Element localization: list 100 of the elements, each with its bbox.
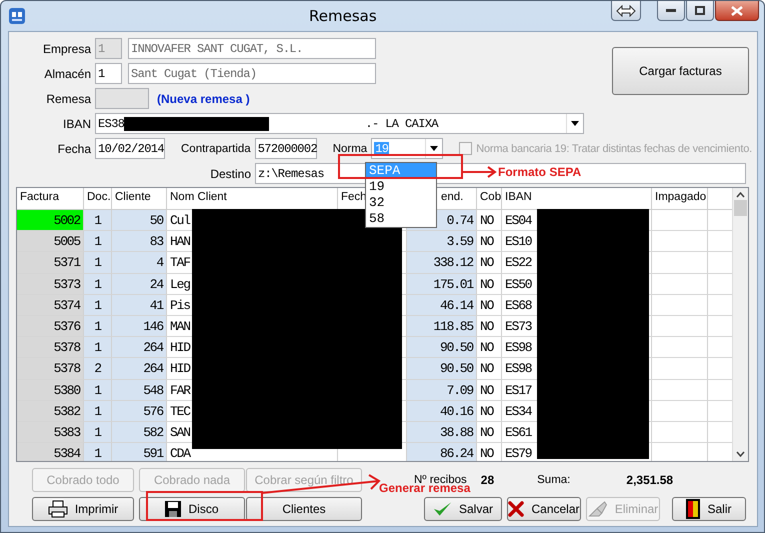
vertical-scrollbar[interactable]	[732, 188, 748, 461]
amount-cell: 46.14	[407, 294, 477, 315]
client-number-cell: 264	[112, 337, 167, 358]
client-number-cell: 591	[112, 443, 167, 461]
minimize-icon	[666, 9, 676, 12]
invoice-cell[interactable]: 5376	[17, 316, 84, 336]
x-icon	[508, 501, 524, 517]
destino-label: Destino	[209, 166, 251, 180]
collected-cell: NO	[477, 210, 502, 230]
client-number-cell: 50	[112, 210, 167, 230]
amount-cell: 38.88	[407, 422, 477, 442]
save-button[interactable]: Salvar	[424, 497, 502, 521]
doc-cell: 1	[84, 380, 112, 400]
invoice-cell[interactable]: 5373	[17, 274, 84, 294]
cancel-button[interactable]: Cancelar	[507, 497, 581, 521]
collected-cell: NO	[477, 252, 502, 273]
context-help-button[interactable]	[611, 1, 641, 21]
amount-cell: 118.85	[407, 316, 477, 336]
doc-cell: 2	[84, 358, 112, 378]
client-number-cell: 576	[112, 400, 167, 421]
annotation-arrow	[463, 166, 497, 178]
collected-cell: NO	[477, 231, 502, 252]
invoice-cell[interactable]: 5378	[17, 358, 84, 378]
invoice-cell[interactable]: 5371	[17, 252, 84, 273]
maximize-button[interactable]	[686, 1, 714, 21]
amount-cell: 86.24	[407, 443, 477, 461]
print-button[interactable]: Imprimir	[32, 497, 134, 521]
caret-icon	[430, 146, 438, 151]
receipts-count: 28	[480, 473, 494, 487]
collected-cell: NO	[477, 443, 502, 461]
warehouse-name-field[interactable]: Sant Cugat (Tienda)	[128, 63, 376, 84]
command-button[interactable]: Clientes	[246, 497, 362, 521]
collected-cell: NO	[477, 358, 502, 378]
printer-icon	[48, 500, 68, 518]
window-title: Remesas	[309, 7, 377, 25]
amount-cell: 90.50	[407, 358, 477, 378]
doc-cell: 1	[84, 274, 112, 294]
invoice-cell[interactable]: 5384	[17, 443, 84, 461]
invoice-cell[interactable]: 5002	[17, 210, 84, 230]
collected-cell: NO	[477, 422, 502, 442]
invoice-cell[interactable]: 5382	[17, 400, 84, 421]
doc-cell: 1	[84, 252, 112, 273]
date-field[interactable]: 10/02/2014	[95, 138, 165, 159]
amount-cell: 7.09	[407, 380, 477, 400]
scroll-down-icon	[736, 451, 745, 457]
doc-cell: 1	[84, 210, 112, 230]
new-remesa-note: (Nueva remesa )	[157, 92, 250, 106]
doc-cell: 1	[84, 231, 112, 252]
resize-arrows-icon	[616, 4, 636, 16]
remesa-field[interactable]	[95, 88, 149, 109]
close-icon	[731, 6, 743, 16]
invoice-cell[interactable]: 5378	[17, 337, 84, 358]
amount-cell: 3.59	[407, 231, 477, 252]
amount-cell: 338.12	[407, 252, 477, 273]
scroll-up-icon	[736, 192, 745, 198]
close-button[interactable]	[715, 1, 759, 21]
almacen-label: Almacén	[43, 66, 91, 80]
disk-button[interactable]: Disco	[139, 497, 245, 521]
company-name-field[interactable]: INNOVAFER SANT CUGAT, S.L.	[128, 38, 376, 59]
iban-combo[interactable]: ES38 .- LA CAIXA	[95, 113, 584, 134]
collected-cell: NO	[477, 316, 502, 336]
client-number-cell: 548	[112, 380, 167, 400]
scrollbar-thumb[interactable]	[734, 200, 747, 216]
doc-cell: 1	[84, 443, 112, 461]
collected-cell: NO	[477, 294, 502, 315]
invoice-cell[interactable]: 5374	[17, 294, 84, 315]
collected-cell: NO	[477, 274, 502, 294]
doc-cell: 1	[84, 400, 112, 421]
doc-cell: 1	[84, 422, 112, 442]
invoice-cell[interactable]: 5005	[17, 231, 84, 252]
app-icon	[9, 8, 25, 24]
warehouse-code-field[interactable]: 1	[95, 63, 122, 84]
fecha-label: Fecha	[56, 142, 91, 156]
sum-label: Suma:	[537, 474, 570, 486]
amount-cell: 40.16	[407, 400, 477, 421]
caret-icon	[571, 121, 579, 126]
exit-button[interactable]: Salir	[672, 497, 746, 521]
invoice-cell[interactable]: 5380	[17, 380, 84, 400]
collected-cell: NO	[477, 337, 502, 358]
amount-cell: 90.50	[407, 337, 477, 358]
client-number-cell: 41	[112, 294, 167, 315]
client-number-cell: 264	[112, 358, 167, 378]
doc-cell: 1	[84, 294, 112, 315]
norma-label: Norma	[332, 142, 368, 154]
minimize-button[interactable]	[657, 1, 685, 21]
collected-cell: NO	[477, 400, 502, 421]
empresa-label: Empresa	[42, 42, 91, 56]
contrapartida-field[interactable]: 572000002	[254, 138, 317, 159]
receipts-label: Nº recibos	[414, 474, 467, 486]
load-invoices-button[interactable]: Cargar facturas	[612, 47, 749, 95]
door-icon	[686, 499, 700, 519]
client-number-cell: 83	[112, 231, 167, 252]
client-number-cell: 146	[112, 316, 167, 336]
maximize-icon	[695, 6, 705, 15]
doc-cell: 1	[84, 337, 112, 358]
annotation-text: Formato SEPA	[498, 165, 582, 179]
remesa-label: Remesa	[45, 92, 91, 106]
invoice-cell[interactable]: 5383	[17, 422, 84, 442]
check-icon	[432, 501, 452, 517]
client-number-cell: 24	[112, 274, 167, 294]
